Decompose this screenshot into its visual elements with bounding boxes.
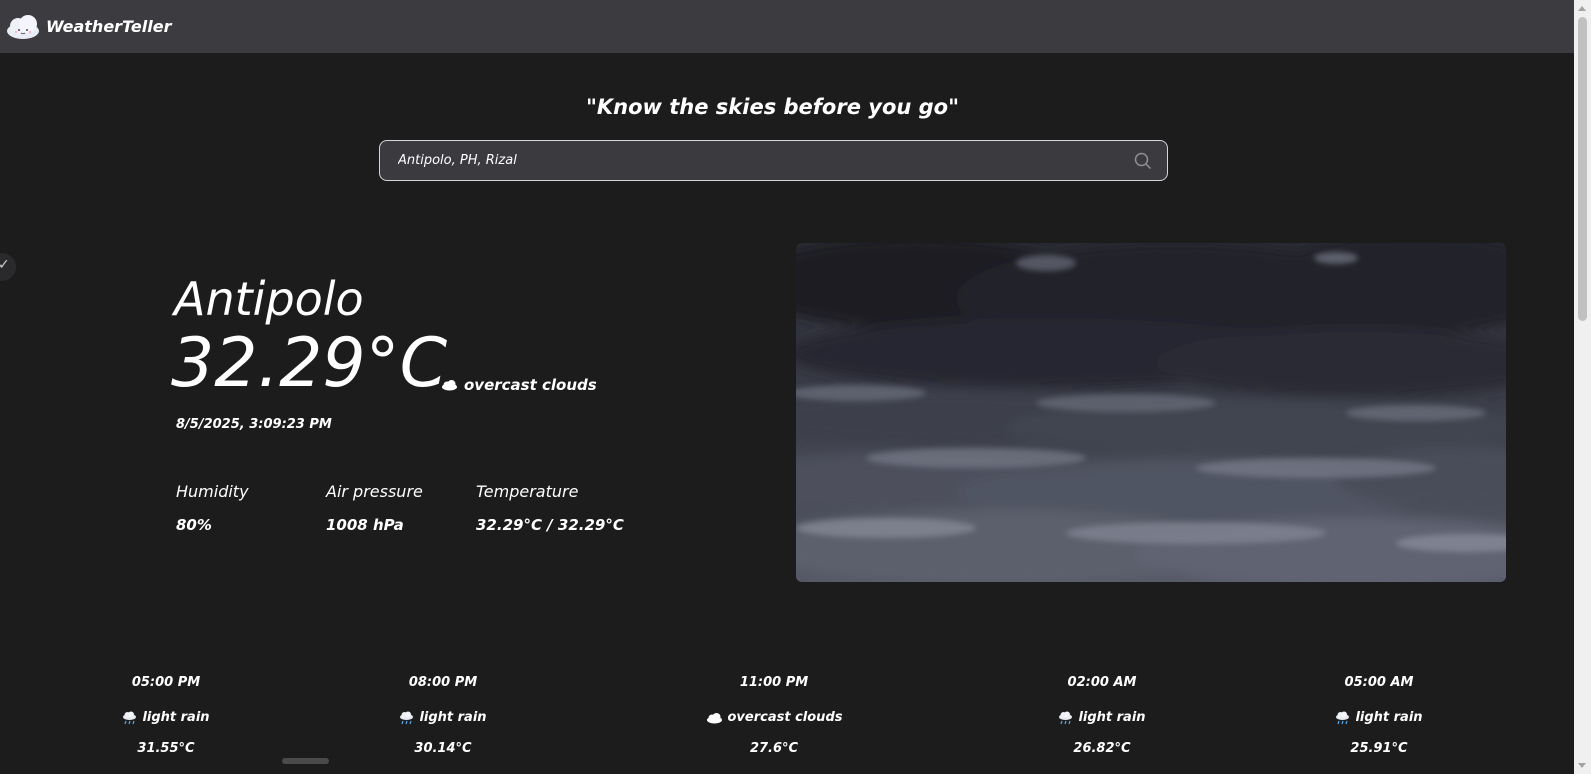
cloud-logo-icon[interactable]: [4, 12, 42, 42]
cloud-icon: [706, 712, 722, 723]
forecast-temp: 25.91°C: [1350, 741, 1408, 756]
forecast-temp: 27.6°C: [749, 741, 799, 756]
forecast-condition: light rain: [56, 710, 276, 725]
vertical-scrollbar[interactable]: [1574, 0, 1591, 774]
rain-icon: [1336, 711, 1350, 724]
forecast-temp: 26.82°C: [1073, 741, 1131, 756]
forecast-item: 08:00 PM light rain 30.14°C: [333, 675, 553, 756]
forecast-condition-label: light rain: [1078, 710, 1146, 725]
rain-icon: [1059, 711, 1073, 724]
current-temperature: 32.29°C: [171, 324, 448, 403]
stat-label: Humidity: [176, 482, 249, 501]
rain-icon: [123, 711, 137, 724]
stat-temperature: Temperature 32.29°C / 32.29°C: [476, 482, 624, 534]
current-datetime: 8/5/2025, 3:09:23 PM: [176, 417, 332, 432]
forecast-condition-label: overcast clouds: [727, 710, 843, 725]
forecast-item: 05:00 AM light rain 25.91°C: [1269, 675, 1489, 756]
condition-label: overcast clouds: [464, 376, 597, 394]
forecast-condition-label: light rain: [419, 710, 487, 725]
scroll-thumb[interactable]: [1578, 17, 1587, 321]
forecast-item: 05:00 PM light rain 31.55°C: [56, 675, 276, 756]
forecast-time: 02:00 AM: [1067, 675, 1137, 690]
navbar: WeatherTeller: [0, 0, 1574, 53]
stat-air-pressure: Air pressure 1008 hPa: [326, 482, 423, 534]
weather-image: [796, 243, 1506, 582]
forecast-condition: light rain: [992, 710, 1212, 725]
forecast-temp: 30.14°C: [414, 741, 472, 756]
forecast-condition: light rain: [1269, 710, 1489, 725]
chevron-icon: ✓: [0, 257, 10, 273]
search-icon[interactable]: [1133, 151, 1153, 171]
search-bar: [379, 140, 1168, 181]
sidebar-toggle-button[interactable]: ✓: [0, 253, 16, 281]
current-condition: overcast clouds: [441, 376, 597, 394]
forecast-condition: overcast clouds: [664, 710, 884, 725]
stat-humidity: Humidity 80%: [176, 482, 249, 534]
stat-label: Temperature: [476, 482, 579, 501]
overcast-sky-image: [796, 243, 1506, 582]
stat-value: 32.29°C / 32.29°C: [476, 516, 624, 534]
scroll-up-arrow-icon[interactable]: [1578, 6, 1586, 11]
forecast-time: 11:00 PM: [739, 675, 809, 690]
city-name: Antipolo: [174, 272, 364, 326]
cloud-icon: [442, 380, 457, 391]
forecast-item: 11:00 PM overcast clouds 27.6°C: [664, 675, 884, 756]
forecast-time: 05:00 AM: [1344, 675, 1414, 690]
scroll-down-arrow-icon[interactable]: [1578, 763, 1586, 768]
forecast-item: 02:00 AM light rain 26.82°C: [992, 675, 1212, 756]
forecast-time: 08:00 PM: [408, 675, 478, 690]
rain-icon: [400, 711, 414, 724]
forecast-time: 05:00 PM: [131, 675, 201, 690]
stat-label: Air pressure: [326, 482, 423, 501]
forecast-condition: light rain: [333, 710, 553, 725]
stat-value: 80%: [176, 516, 212, 534]
forecast-temp: 31.55°C: [137, 741, 195, 756]
horizontal-scroll-thumb[interactable]: [282, 758, 329, 764]
stat-value: 1008 hPa: [326, 516, 404, 534]
search-input[interactable]: [396, 152, 1133, 169]
brand-name[interactable]: WeatherTeller: [46, 17, 171, 36]
forecast-condition-label: light rain: [142, 710, 210, 725]
tagline: "Know the skies before you go": [585, 95, 960, 119]
forecast-condition-label: light rain: [1355, 710, 1423, 725]
